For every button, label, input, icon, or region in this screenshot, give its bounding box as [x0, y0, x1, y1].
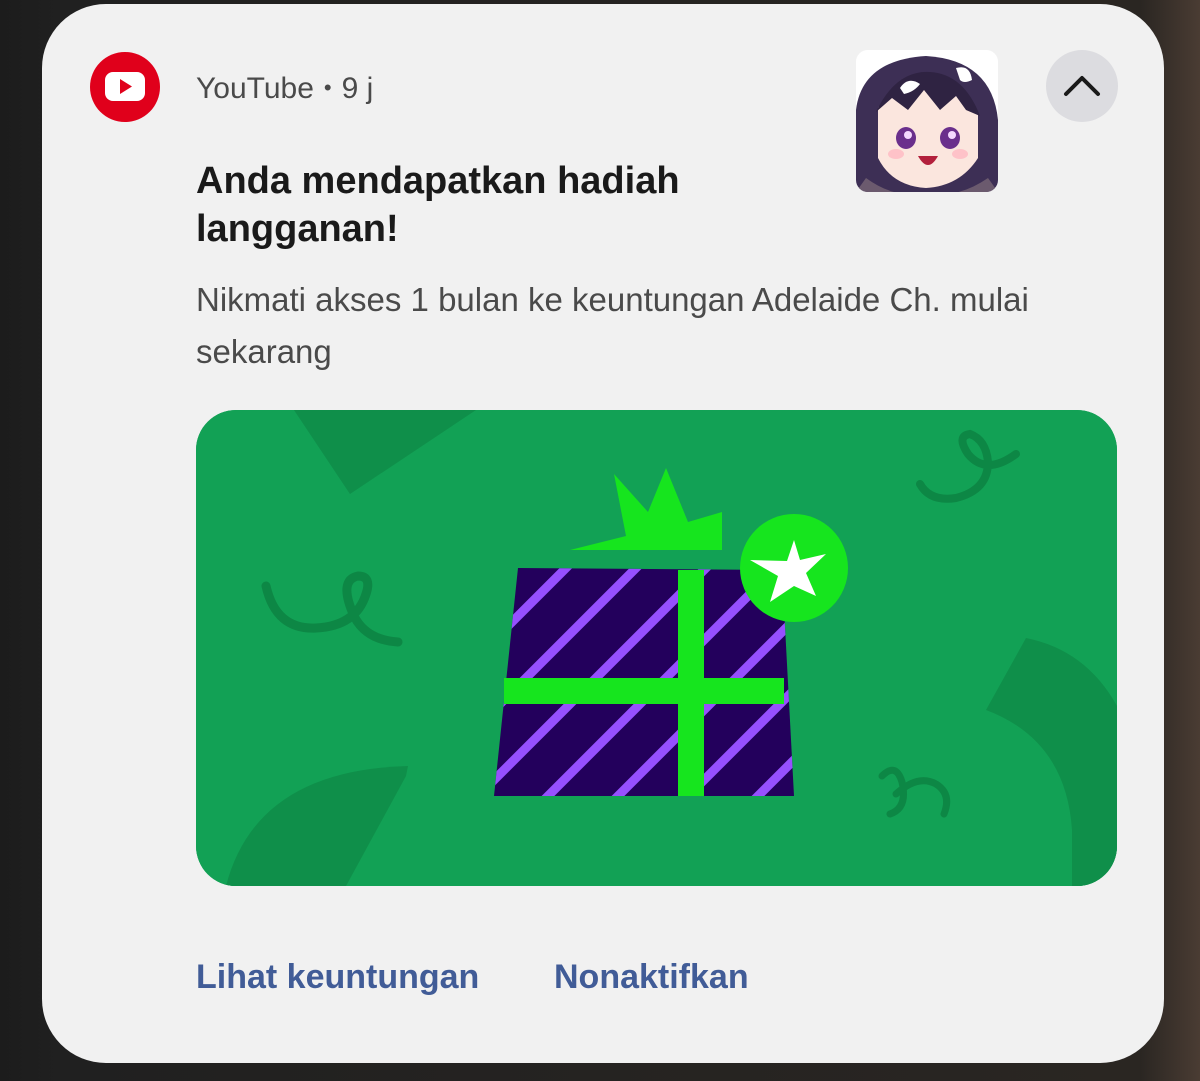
star-badge-icon	[740, 514, 848, 622]
chevron-up-icon	[1064, 76, 1100, 96]
gift-banner-image	[196, 410, 1117, 886]
notification-title: Anda mendapatkan hadiah langganan!	[196, 160, 680, 250]
channel-avatar	[856, 50, 998, 192]
app-name: YouTube	[196, 72, 314, 105]
youtube-app-icon	[90, 52, 160, 122]
notification-body: Nikmati akses 1 bulan ke keuntungan Adel…	[196, 281, 1029, 370]
view-benefits-button[interactable]: Lihat keuntungan	[196, 955, 479, 999]
separator-dot: •	[323, 75, 332, 100]
notification-time: 9 j	[341, 72, 374, 105]
notification-header: YouTube • 9 j	[196, 70, 373, 107]
collapse-button[interactable]	[1046, 50, 1118, 122]
disable-button[interactable]: Nonaktifkan	[554, 955, 749, 999]
